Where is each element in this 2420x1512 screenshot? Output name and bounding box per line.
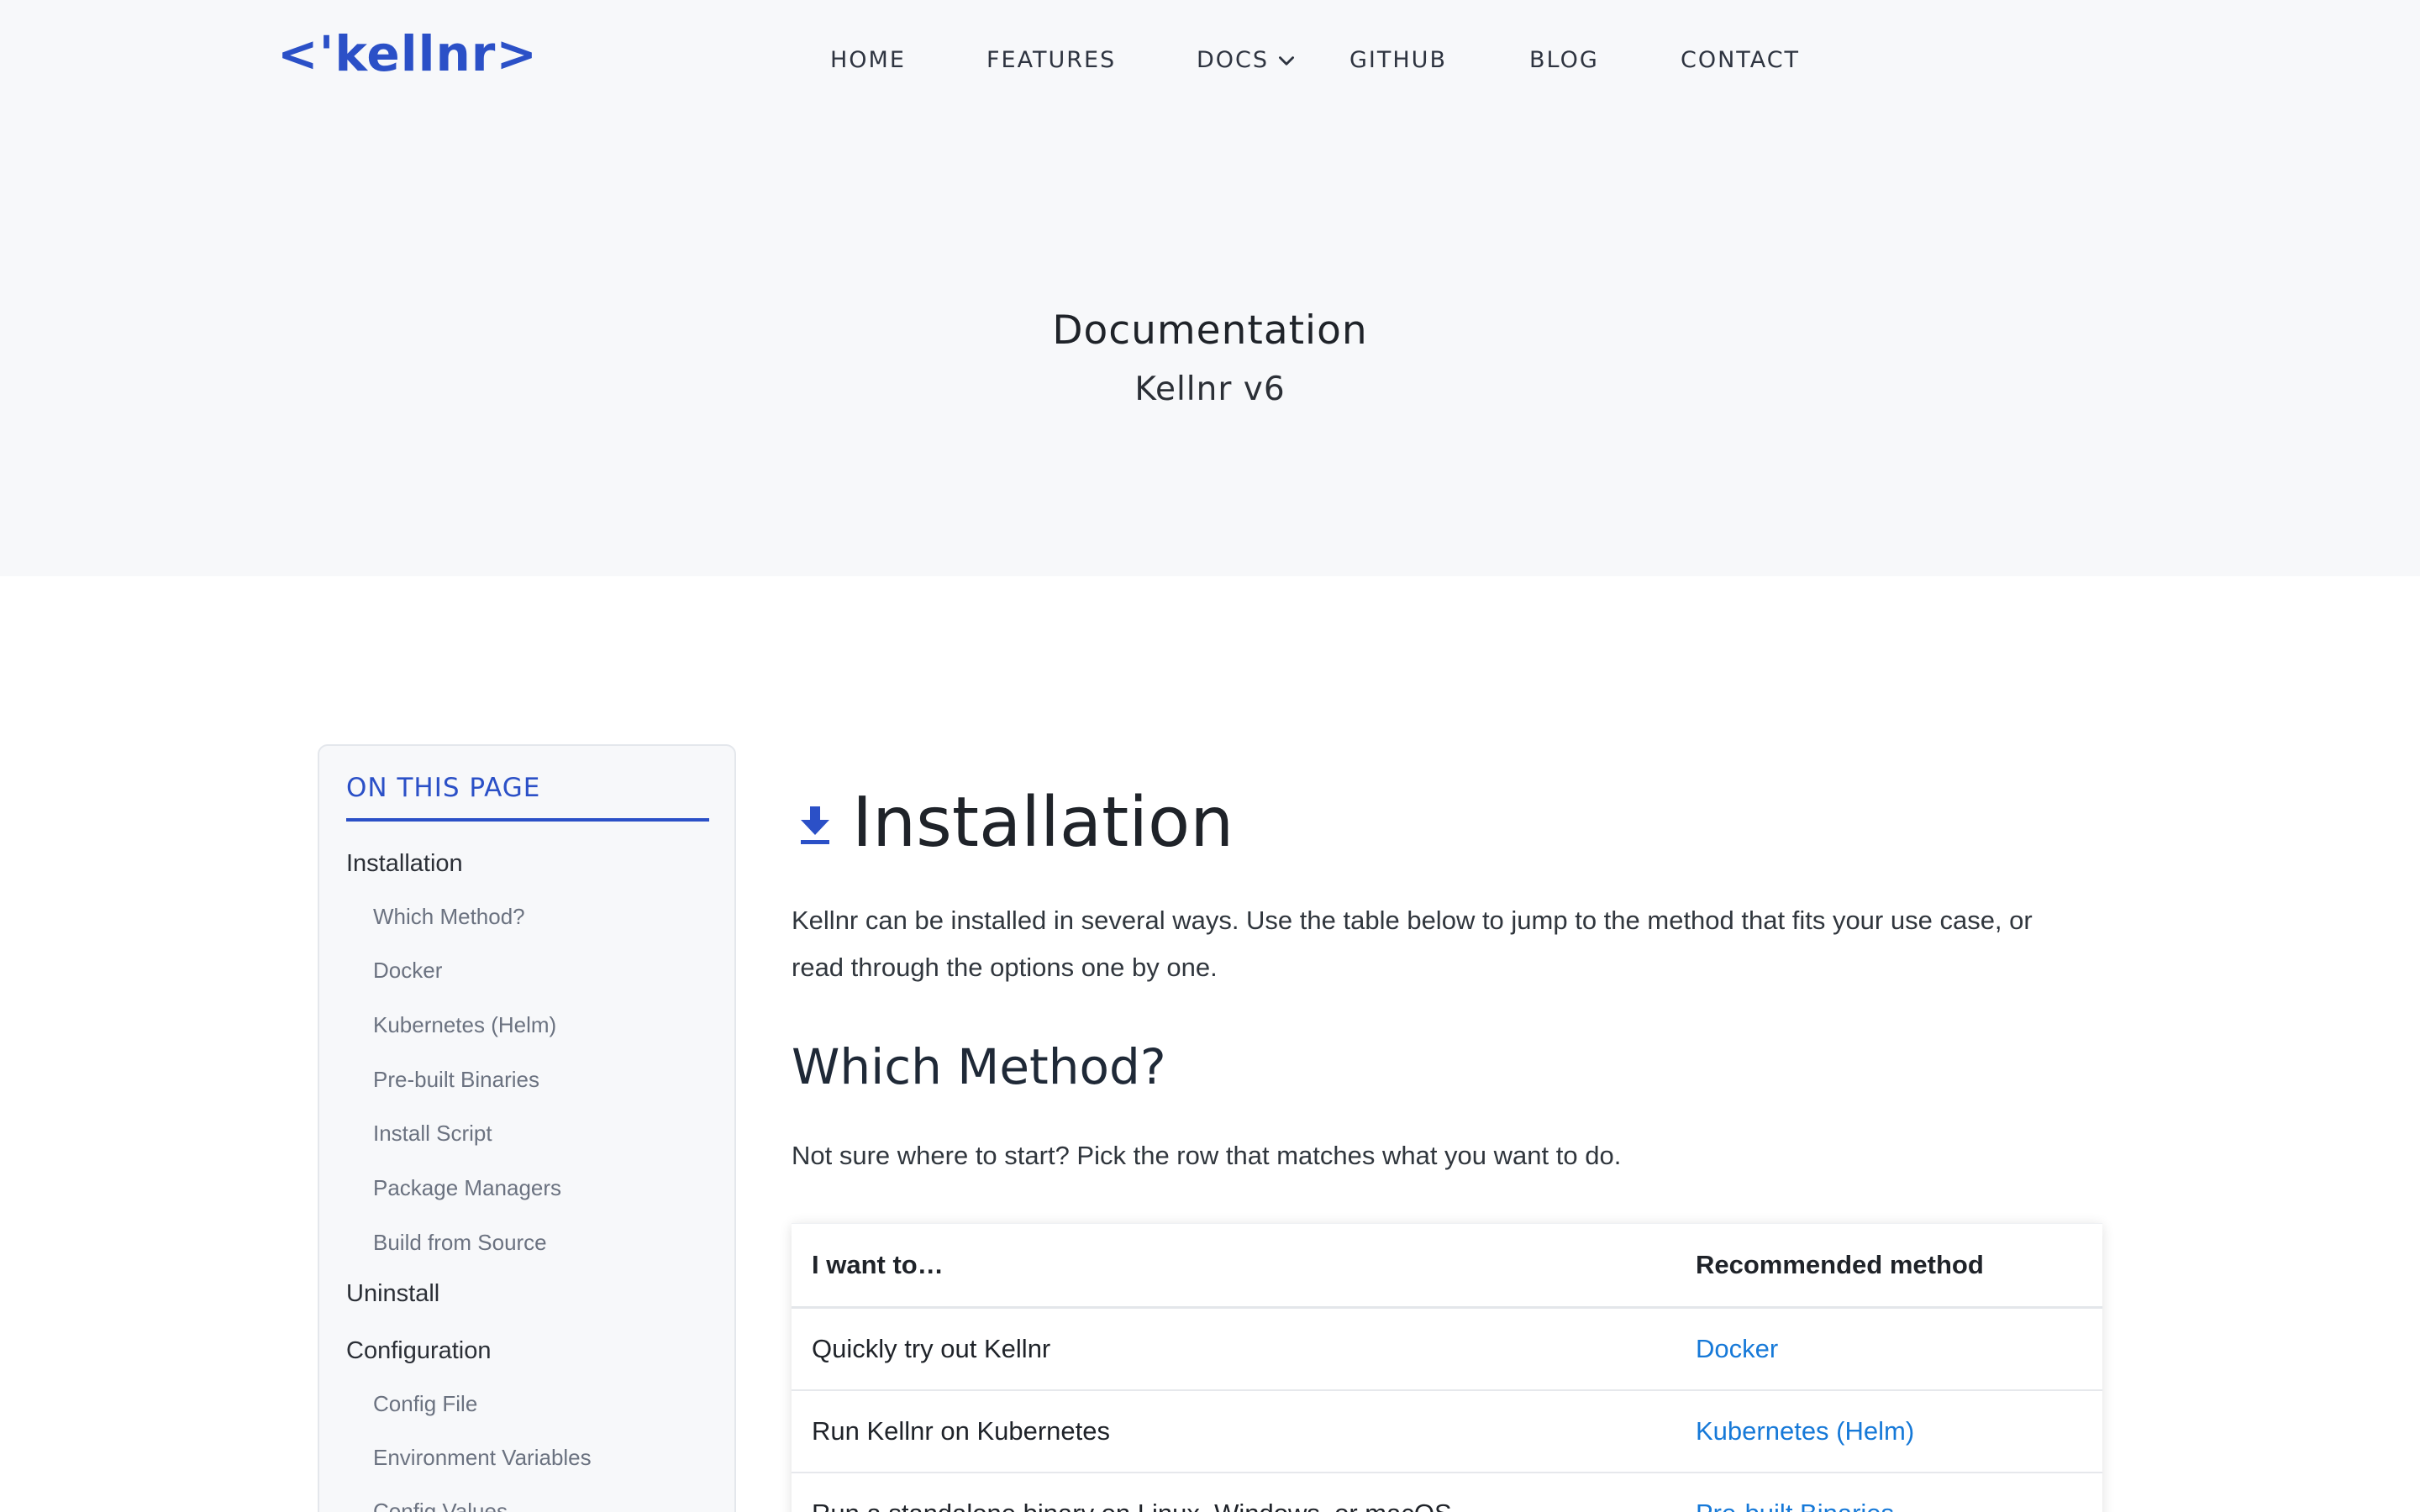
toc-item-environment-variables[interactable]: Environment Variables [373,1445,592,1471]
toc-item-install-script[interactable]: Install Script [373,1121,492,1147]
page-title: Documentation [1052,307,1368,354]
nav-github[interactable]: GITHUB [1349,47,1447,73]
download-icon [801,806,829,844]
toc-item-configuration[interactable]: Configuration [346,1337,492,1365]
toc-sidebar: ON THIS PAGE Installation Which Method? … [318,744,736,1512]
toc-item-package-managers[interactable]: Package Managers [373,1175,561,1201]
method-link-kubernetes-helm[interactable]: Kubernetes (Helm) [1696,1391,1914,1472]
method-table: I want to… Recommended method Quickly tr… [792,1223,2102,1512]
page-subtitle: Kellnr v6 [1134,370,1286,408]
table-header-want: I want to… [812,1250,944,1279]
table-cell-want: Run a standalone binary on Linux, Window… [812,1473,1452,1512]
hero-section: <'kellnr> HOME FEATURES DOCS GITHUB BLOG… [0,0,2420,576]
toc-item-kubernetes-helm[interactable]: Kubernetes (Helm) [373,1012,556,1038]
toc-item-installation[interactable]: Installation [346,850,463,878]
nav-home[interactable]: HOME [830,47,906,73]
nav-blog[interactable]: BLOG [1529,47,1599,73]
table-row: Run a standalone binary on Linux, Window… [792,1473,2102,1512]
toc-item-which-method[interactable]: Which Method? [373,904,525,930]
intro-line-1: Kellnr can be installed in several ways.… [792,906,2033,935]
toc-item-config-values[interactable]: Config Values [373,1499,508,1512]
method-link-docker[interactable]: Docker [1696,1309,1778,1389]
table-cell-want: Quickly try out Kellnr [812,1334,1051,1363]
toc-divider [346,818,709,822]
table-header-row: I want to… Recommended method [792,1224,2102,1309]
nav-docs[interactable]: DOCS [1197,47,1269,73]
toc-item-pre-built-binaries[interactable]: Pre-built Binaries [373,1067,539,1093]
table-cell-want: Run Kellnr on Kubernetes [812,1416,1111,1446]
toc-item-docker[interactable]: Docker [373,958,442,984]
docs-page: <'kellnr> HOME FEATURES DOCS GITHUB BLOG… [0,0,2420,1512]
method-link-pre-built-binaries[interactable]: Pre-built Binaries [1696,1473,1894,1512]
table-row: Quickly try out Kellnr Docker [792,1309,2102,1391]
main-nav: HOME FEATURES DOCS GITHUB BLOG CONTACT [0,47,2420,81]
nav-contact[interactable]: CONTACT [1681,47,1800,73]
nav-features[interactable]: FEATURES [986,47,1116,73]
toc-title: ON THIS PAGE [346,773,541,803]
which-method-lead: Not sure where to start? Pick the row th… [792,1141,1622,1170]
chevron-down-icon[interactable] [1276,50,1297,72]
table-row: Run Kellnr on Kubernetes Kubernetes (Hel… [792,1391,2102,1473]
intro-paragraph: Kellnr can be installed in several ways.… [792,897,2102,991]
intro-line-2: read through the options one by one. [792,953,1218,982]
toc-item-uninstall[interactable]: Uninstall [346,1280,439,1308]
table-header-method: Recommended method [1696,1250,1984,1279]
toc-item-config-file[interactable]: Config File [373,1391,477,1417]
toc-item-build-from-source[interactable]: Build from Source [373,1230,547,1256]
which-method-heading: Which Method? [792,1038,1166,1095]
installation-heading: Installation [852,783,1234,863]
